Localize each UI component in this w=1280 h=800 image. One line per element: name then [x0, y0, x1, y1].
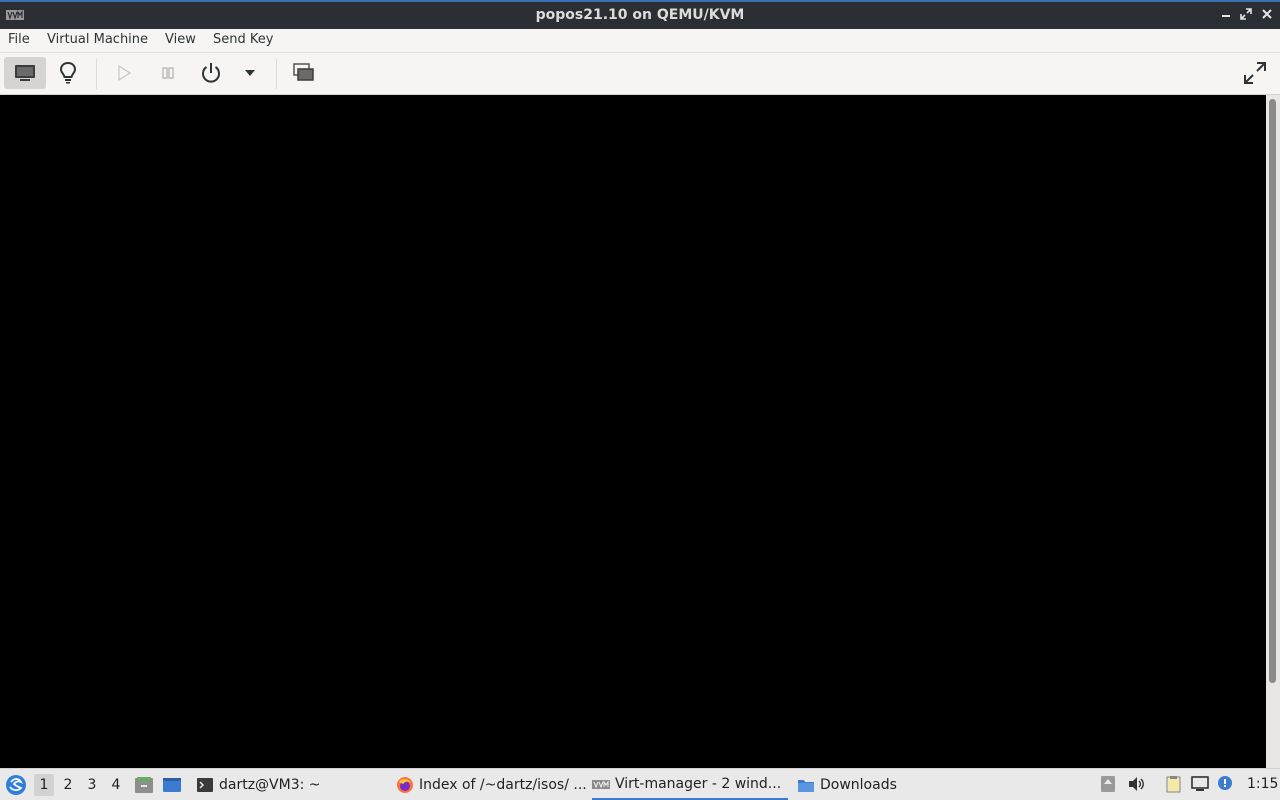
notification-icon[interactable]: [1217, 775, 1235, 793]
toolbar-separator: [276, 59, 277, 89]
clipboard-icon[interactable]: [1164, 775, 1182, 793]
volume-icon[interactable]: [1127, 775, 1145, 793]
pause-button[interactable]: [154, 57, 182, 89]
run-button[interactable]: [110, 57, 138, 89]
task-terminal[interactable]: dartz@VM3: ~: [196, 769, 321, 800]
updates-icon[interactable]: [1099, 775, 1117, 793]
window-title: popos21.10 on QEMU/KVM: [535, 7, 745, 23]
virt-manager-icon: [592, 779, 610, 789]
fullscreen-button[interactable]: [1238, 57, 1272, 89]
desktop-icon: [163, 777, 181, 792]
console-view-button[interactable]: [4, 57, 46, 89]
vm-console-display[interactable]: [0, 95, 1266, 768]
clock[interactable]: 1:15: [1247, 776, 1278, 792]
task-label: Downloads: [820, 776, 897, 793]
terminal-icon: [197, 777, 213, 792]
toolbar-separator: [96, 59, 97, 89]
folder-icon: [798, 779, 814, 792]
snapshots-icon: [293, 63, 314, 81]
menu-virtual-machine[interactable]: Virtual Machine: [45, 32, 150, 47]
scrollbar-thumb[interactable]: [1269, 99, 1276, 683]
restore-icon: [1240, 8, 1252, 20]
close-icon: [1262, 9, 1272, 19]
task-label: dartz@VM3: ~: [219, 776, 321, 793]
snapshots-button[interactable]: [290, 57, 318, 89]
close-button[interactable]: [1259, 8, 1275, 24]
menu-file[interactable]: File: [6, 32, 32, 47]
workspace-1[interactable]: 1: [34, 774, 54, 796]
power-icon: [202, 63, 220, 83]
toolbar: [0, 53, 1280, 95]
drawer-icon: [135, 776, 153, 793]
pause-icon: [162, 67, 174, 79]
task-label: Index of /~dartz/isos/ ...: [419, 776, 587, 793]
maximize-button[interactable]: [1238, 8, 1254, 24]
shutdown-menu-button[interactable]: [238, 57, 262, 89]
menu-view[interactable]: View: [163, 32, 198, 47]
details-view-button[interactable]: [52, 57, 84, 89]
minimize-button[interactable]: [1218, 8, 1234, 24]
shutdown-button[interactable]: [196, 57, 226, 89]
task-virt-manager[interactable]: Virt-manager - 2 wind...: [592, 769, 788, 800]
task-label: Virt-manager - 2 wind...: [615, 775, 782, 792]
fullscreen-icon: [1244, 62, 1266, 84]
file-manager-launcher[interactable]: [134, 769, 154, 800]
taskbar: 1 2 3 4 dartz@VM3: ~ Index of /~dartz/is…: [0, 768, 1280, 800]
firefox-icon: [397, 776, 413, 793]
menu-send-key[interactable]: Send Key: [211, 32, 275, 47]
window-titlebar[interactable]: popos21.10 on QEMU/KVM: [0, 0, 1280, 29]
menubar: File Virtual Machine View Send Key: [0, 29, 1280, 53]
lubuntu-logo-icon: [6, 774, 26, 795]
dropdown-arrow-icon: [245, 70, 255, 76]
show-desktop-button[interactable]: [162, 769, 182, 800]
workspace-3[interactable]: 3: [82, 774, 102, 796]
start-menu-button[interactable]: [5, 769, 27, 800]
lightbulb-icon: [59, 62, 77, 84]
monitor-icon: [15, 65, 35, 81]
network-icon[interactable]: [1191, 775, 1209, 793]
workspace-4[interactable]: 4: [106, 774, 126, 796]
task-downloads[interactable]: Downloads: [797, 769, 897, 800]
minimize-icon: [1222, 15, 1230, 17]
vertical-scrollbar[interactable]: [1266, 95, 1280, 768]
play-icon: [118, 65, 131, 81]
workspace-2[interactable]: 2: [58, 774, 78, 796]
task-firefox[interactable]: Index of /~dartz/isos/ ...: [396, 769, 587, 800]
